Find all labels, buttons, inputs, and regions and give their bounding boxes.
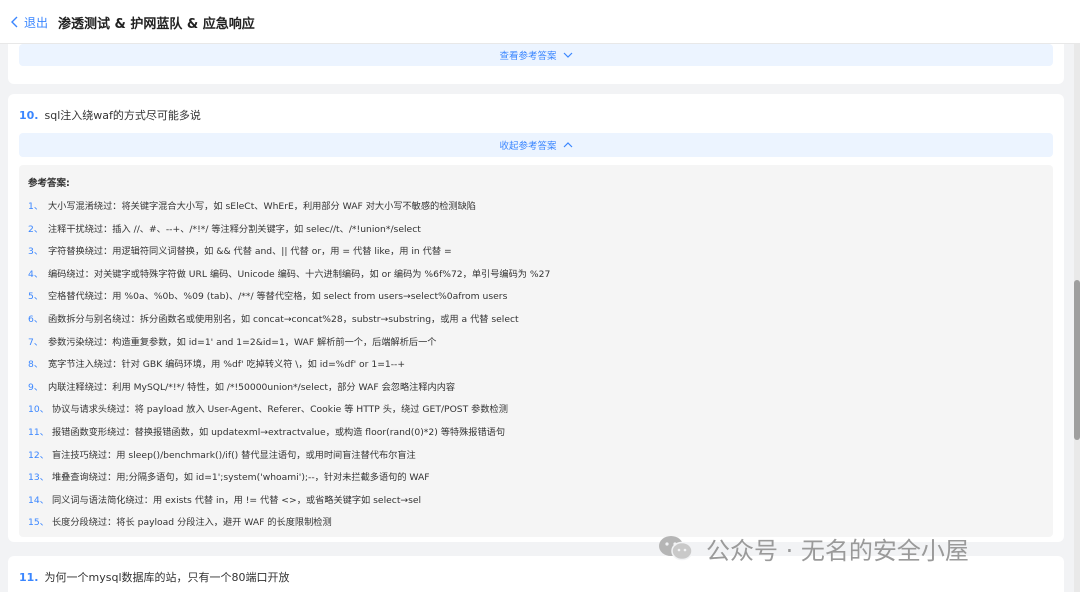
- answer-item-text: 参数污染绕过：构造重复参数，如 id=1' and 1=2&id=1，WAF 解…: [48, 336, 437, 348]
- back-label: 退出: [24, 15, 49, 30]
- answer-item: 11、 报错函数变形绕过：替换报错函数，如 updatexml→extractva…: [28, 424, 1053, 447]
- answer-item-text: 注释干扰绕过：插入 //、#、--+、/*!*/ 等注释分割关键字，如 sele…: [48, 223, 421, 235]
- answer-label: 参考答案:: [28, 178, 70, 189]
- answer-item-number: 14、: [28, 494, 49, 506]
- chevron-down-icon: [563, 52, 572, 58]
- answer-item-text: 空格替代绕过：用 %0a、%0b、%09 (tab)、/**/ 等替代空格，如 …: [48, 291, 508, 303]
- answer-item-number: 8、: [28, 359, 44, 371]
- answer-item-text: 编码绕过：对关键字或特殊字符做 URL 编码、Unicode 编码、十六进制编码…: [48, 268, 551, 280]
- answer-item-number: 15、: [28, 517, 49, 529]
- question-card-10: 10. sql注入绕waf的方式尽可能多说 收起参考答案 参考答案: 1、 大小写混…: [8, 94, 1064, 542]
- question-number: 11.: [19, 571, 39, 584]
- show-answer-button[interactable]: 查看参考答案: [19, 44, 1053, 66]
- collapse-answer-button[interactable]: 收起参考答案: [19, 133, 1053, 157]
- answer-panel: 参考答案: 1、 大小写混淆绕过：将关键字混合大小写，如 sEleCt、WhErE…: [19, 165, 1053, 537]
- answer-item: 13、 堆叠查询绕过：用;分隔多语句，如 id=1';system('whoami…: [28, 469, 1053, 492]
- answer-item-text: 字符替换绕过：用逻辑符同义词替换，如 && 代替 and、|| 代替 or，用 …: [48, 246, 452, 258]
- chevron-up-icon: [563, 142, 572, 148]
- answer-item: 14、 同义词与语法简化绕过：用 exists 代替 in，用 != 代替 <>，…: [28, 492, 1053, 515]
- answer-item: 6、 函数拆分与别名绕过：拆分函数名或使用别名，如 concat→concat%2…: [28, 311, 1053, 334]
- answer-item-number: 12、: [28, 449, 49, 461]
- answer-item-number: 11、: [28, 426, 49, 438]
- answer-item-number: 13、: [28, 472, 49, 484]
- collapse-answer-label: 收起参考答案: [499, 141, 557, 152]
- answer-item: 12、 盲注技巧绕过：用 sleep()/benchmark()/if() 替代显…: [28, 447, 1053, 470]
- answer-item: 7、 参数污染绕过：构造重复参数，如 id=1' and 1=2&id=1，WAF…: [28, 334, 1053, 357]
- answer-item-text: 宽字节注入绕过：针对 GBK 编码环境，用 %df' 吃掉转义符 \，如 id=…: [48, 359, 406, 371]
- answer-item: 3、 字符替换绕过：用逻辑符同义词替换，如 && 代替 and、|| 代替 or，…: [28, 243, 1053, 266]
- answer-item-number: 1、: [28, 201, 44, 212]
- answer-item-number: 10、: [28, 404, 49, 416]
- question-number: 10.: [19, 109, 39, 122]
- answer-item-number: 6、: [28, 313, 44, 325]
- question-title: 10. sql注入绕waf的方式尽可能多说: [19, 107, 201, 123]
- scrollbar-thumb[interactable]: [1074, 280, 1080, 440]
- answer-item: 1、 大小写混淆绕过：将关键字混合大小写，如 sEleCt、WhErE，利用部分 …: [28, 198, 1053, 221]
- question-card-previous: 查看参考答案: [8, 44, 1064, 84]
- show-answer-label: 查看参考答案: [499, 51, 557, 62]
- question-text: sql注入绕waf的方式尽可能多说: [44, 109, 201, 122]
- answer-item-text: 函数拆分与别名绕过：拆分函数名或使用别名，如 concat→concat%28，…: [48, 313, 519, 325]
- answer-list: 1、 大小写混淆绕过：将关键字混合大小写，如 sEleCt、WhErE，利用部分 …: [28, 198, 1053, 537]
- question-title: 11. 为何一个mysql数据库的站，只有一个80端口开放: [19, 569, 290, 585]
- answer-item-text: 内联注释绕过：利用 MySQL/*!*/ 特性，如 /*!50000union*…: [48, 381, 456, 393]
- top-bar: 退出 渗透测试 & 护网蓝队 & 应急响应: [0, 0, 1080, 44]
- watermark: 公众号 · 无名的安全小屋: [656, 532, 969, 565]
- answer-item-text: 堆叠查询绕过：用;分隔多语句，如 id=1';system('whoami');…: [52, 472, 430, 484]
- answer-item: 5、 空格替代绕过：用 %0a、%0b、%09 (tab)、/**/ 等替代空格，…: [28, 288, 1053, 311]
- question-text: 为何一个mysql数据库的站，只有一个80端口开放: [44, 571, 290, 584]
- answer-item-text: 盲注技巧绕过：用 sleep()/benchmark()/if() 替代显注语句…: [52, 449, 416, 461]
- answer-item-text: 同义词与语法简化绕过：用 exists 代替 in，用 != 代替 <>，或省略…: [52, 494, 422, 506]
- answer-item: 8、 宽字节注入绕过：针对 GBK 编码环境，用 %df' 吃掉转义符 \，如 i…: [28, 356, 1053, 379]
- answer-item-text: 大小写混淆绕过：将关键字混合大小写，如 sEleCt、WhErE，利用部分 WA…: [48, 201, 476, 212]
- answer-item-number: 4、: [28, 268, 44, 280]
- chevron-left-icon: [11, 16, 18, 28]
- scrollbar-track[interactable]: [1074, 44, 1080, 592]
- back-button[interactable]: 退出: [10, 14, 48, 30]
- answer-item: 2、 注释干扰绕过：插入 //、#、--+、/*!*/ 等注释分割关键字，如 se…: [28, 221, 1053, 244]
- wechat-logo-icon: [656, 533, 696, 563]
- answer-item-text: 协议与请求头绕过：将 payload 放入 User-Agent、Referer…: [52, 404, 508, 416]
- answer-item-number: 3、: [28, 246, 44, 258]
- answer-item-number: 9、: [28, 381, 44, 393]
- answer-item-number: 2、: [28, 223, 44, 235]
- answer-item-number: 5、: [28, 291, 44, 303]
- page-title: 渗透测试 & 护网蓝队 & 应急响应: [58, 17, 255, 32]
- answer-item: 9、 内联注释绕过：利用 MySQL/*!*/ 特性，如 /*!50000unio…: [28, 379, 1053, 402]
- answer-item-text: 长度分段绕过：将长 payload 分段注入，避开 WAF 的长度限制检测: [52, 517, 332, 529]
- answer-item: 4、 编码绕过：对关键字或特殊字符做 URL 编码、Unicode 编码、十六进制…: [28, 266, 1053, 289]
- answer-item-text: 报错函数变形绕过：替换报错函数，如 updatexml→extractvalue…: [52, 426, 506, 438]
- answer-item-number: 7、: [28, 336, 44, 348]
- watermark-text: 公众号 · 无名的安全小屋: [706, 536, 969, 565]
- answer-item: 10、 协议与请求头绕过：将 payload 放入 User-Agent、Refe…: [28, 401, 1053, 424]
